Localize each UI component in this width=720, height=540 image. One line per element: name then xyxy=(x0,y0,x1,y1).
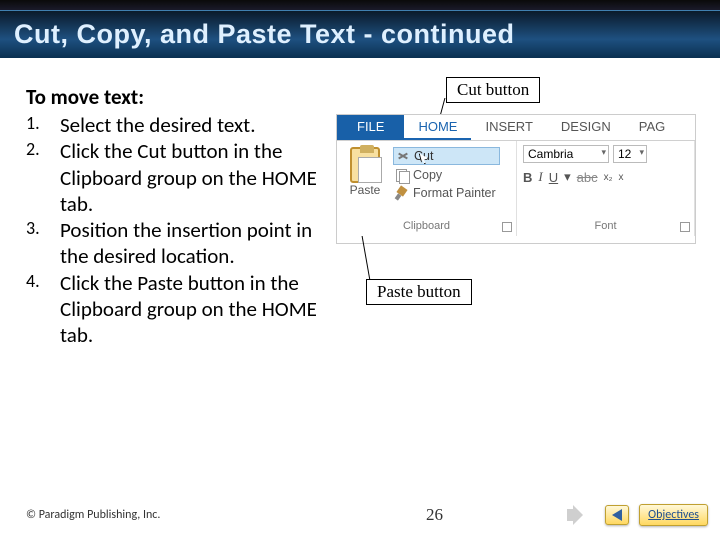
font-group-label: Font xyxy=(523,220,688,234)
superscript-button[interactable]: x xyxy=(619,172,624,183)
format-painter-button[interactable]: Format Painter xyxy=(393,185,500,201)
underline-button[interactable]: U xyxy=(549,170,558,185)
dialog-launcher-icon[interactable] xyxy=(502,222,512,232)
slide-title: Cut, Copy, and Paste Text - continued xyxy=(14,19,515,50)
scissors-icon xyxy=(396,149,410,163)
copy-button[interactable]: Copy xyxy=(393,167,500,183)
tab-design[interactable]: DESIGN xyxy=(547,115,625,140)
dialog-launcher-icon[interactable] xyxy=(680,222,690,232)
step-item: Select the desired text. xyxy=(26,112,324,138)
clipboard-group: Paste Cut Copy xyxy=(337,141,517,236)
dash: ▾ xyxy=(564,169,571,185)
clipboard-group-label: Clipboard xyxy=(343,220,510,234)
font-group: Cambria 12 B I U ▾ abc x₂ x xyxy=(517,141,695,236)
copy-icon xyxy=(395,168,409,182)
steps-list: Select the desired text. Click the Cut b… xyxy=(26,112,324,348)
instructions-heading: To move text: xyxy=(26,84,324,110)
title-bar: Cut, Copy, and Paste Text - continued xyxy=(0,10,720,58)
footer: © Paradigm Publishing, Inc. 26 Objective… xyxy=(0,498,720,532)
font-size-select[interactable]: 12 xyxy=(613,145,647,163)
arrow-left-icon xyxy=(612,509,622,521)
ribbon-tabs: FILE HOME INSERT DESIGN PAG xyxy=(337,115,695,141)
instructions-column: To move text: Select the desired text. C… xyxy=(26,84,336,458)
tab-home[interactable]: HOME xyxy=(404,115,471,140)
speaker-icon[interactable] xyxy=(565,501,595,529)
illustration-column: Cut button FILE HOME INSERT DESIGN PAG P… xyxy=(336,84,706,458)
italic-button[interactable]: I xyxy=(538,169,542,185)
objectives-button[interactable]: Objectives xyxy=(639,504,708,526)
copy-label: Copy xyxy=(413,168,442,182)
top-strip xyxy=(0,0,720,10)
prev-button[interactable] xyxy=(605,505,629,525)
ribbon-body: Paste Cut Copy xyxy=(337,141,695,236)
tab-file[interactable]: FILE xyxy=(337,115,404,140)
font-size-value: 12 xyxy=(618,147,631,161)
paste-button[interactable]: Paste xyxy=(343,145,387,197)
font-name-value: Cambria xyxy=(528,147,573,161)
brush-icon xyxy=(395,186,409,200)
copyright: © Paradigm Publishing, Inc. xyxy=(26,508,306,522)
subscript-button[interactable]: x₂ xyxy=(604,172,613,183)
paste-icon xyxy=(350,147,380,183)
paste-callout: Paste button xyxy=(366,279,472,305)
tab-insert[interactable]: INSERT xyxy=(471,115,546,140)
cut-button[interactable]: Cut xyxy=(393,147,500,165)
strike-button[interactable]: abc xyxy=(577,170,598,185)
page-number: 26 xyxy=(426,505,443,525)
format-painter-label: Format Painter xyxy=(413,186,496,200)
step-item: Click the Cut button in the Clipboard gr… xyxy=(26,138,324,217)
word-ribbon: FILE HOME INSERT DESIGN PAG Paste xyxy=(336,114,696,244)
step-item: Position the insertion point in the desi… xyxy=(26,217,324,270)
paste-label: Paste xyxy=(343,183,387,197)
font-name-select[interactable]: Cambria xyxy=(523,145,609,163)
bold-button[interactable]: B xyxy=(523,170,532,185)
tab-pag[interactable]: PAG xyxy=(625,115,680,140)
content-area: To move text: Select the desired text. C… xyxy=(0,58,720,458)
objectives-label: Objectives xyxy=(648,508,699,522)
step-item: Click the Paste button in the Clipboard … xyxy=(26,270,324,349)
